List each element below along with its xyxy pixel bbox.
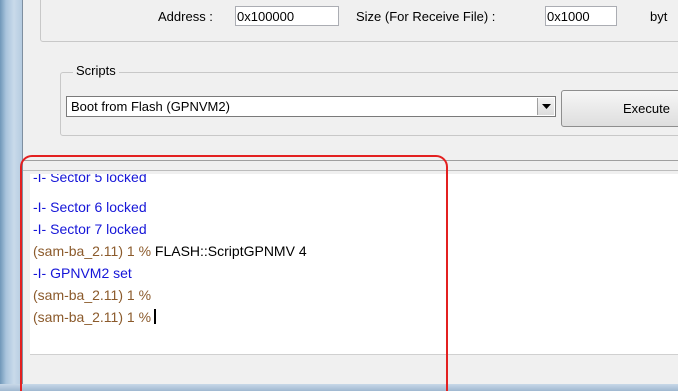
scripts-dropdown[interactable]: Boot from Flash (GPNVM2) [66, 96, 556, 117]
chevron-down-icon [542, 104, 551, 109]
size-label: Size (For Receive File) : [356, 9, 496, 24]
console-line: (sam-ba_2.11) 1 % FLASH::ScriptGPNMV 4 [33, 242, 307, 260]
size-input[interactable]: 0x1000 [545, 6, 617, 26]
console-line: (sam-ba_2.11) 1 % [33, 286, 151, 304]
console-line: -I- GPNVM2 set [33, 265, 132, 281]
console-line: -I- Sector 7 locked [33, 221, 147, 237]
console-input-line[interactable]: (sam-ba_2.11) 1 % [33, 308, 157, 326]
window-frame-left [0, 0, 22, 391]
address-label: Address : [158, 9, 213, 24]
console-prompt: (sam-ba_2.11) 1 % [33, 287, 152, 303]
console-command: FLASH::ScriptGPNMV 4 [151, 243, 307, 259]
dropdown-button[interactable] [537, 98, 554, 115]
scripts-dropdown-value: Boot from Flash (GPNVM2) [71, 99, 230, 114]
console-prompt: (sam-ba_2.11) 1 % [33, 309, 152, 325]
address-input[interactable]: 0x100000 [235, 6, 339, 26]
console-line: -I- Sector 6 locked [33, 199, 147, 215]
text-cursor [154, 309, 157, 324]
execute-button-label: Execute [623, 101, 670, 116]
console-line: -I- Sector 5 locked [33, 174, 147, 185]
samba-window: Address : 0x100000 Size (For Receive Fil… [0, 0, 678, 391]
console-prompt: (sam-ba_2.11) 1 % [33, 243, 152, 259]
scripts-legend: Scripts [73, 63, 119, 78]
window-frame-bottom [0, 384, 678, 391]
splitter-handle[interactable] [23, 170, 678, 171]
execute-button[interactable]: Execute [561, 90, 678, 127]
splitter-line [23, 160, 678, 161]
console-output[interactable]: -I- Sector 5 locked -I- Sector 6 locked … [30, 174, 678, 354]
size-unit-label: byt [650, 9, 668, 24]
